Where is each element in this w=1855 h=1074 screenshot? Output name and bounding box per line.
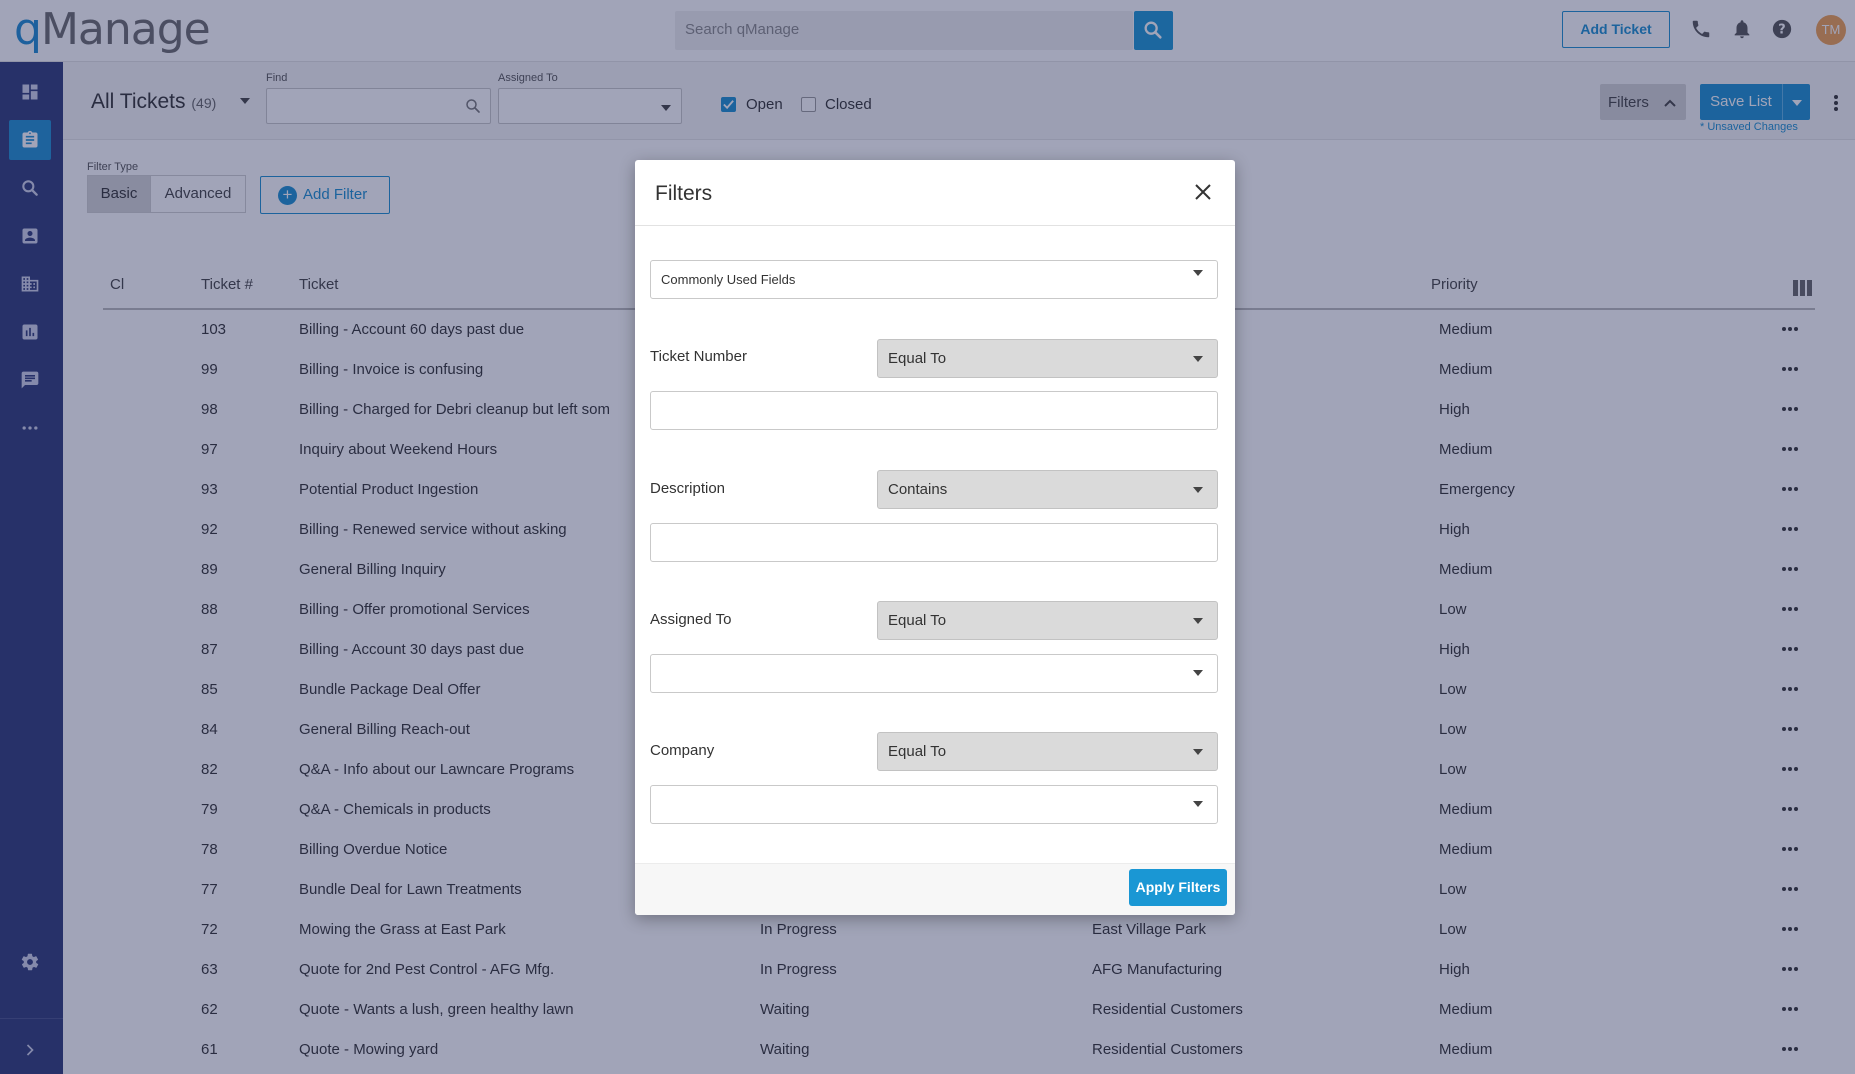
description-label: Description bbox=[650, 480, 726, 497]
description-operator-select[interactable]: Contains bbox=[877, 470, 1218, 509]
chevron-down-icon bbox=[1193, 618, 1203, 624]
ticket-number-label: Ticket Number bbox=[650, 348, 747, 365]
modal-title: Filters bbox=[655, 182, 713, 205]
assigned-to-operator-select[interactable]: Equal To bbox=[877, 601, 1218, 640]
modal-header: Filters bbox=[635, 160, 1235, 226]
chevron-down-icon bbox=[1193, 270, 1203, 276]
company-operator-select[interactable]: Equal To bbox=[877, 732, 1218, 771]
chevron-down-icon bbox=[1193, 670, 1203, 676]
assigned-to-label: Assigned To bbox=[650, 611, 732, 628]
field-group-select[interactable]: Commonly Used Fields bbox=[650, 260, 1218, 299]
company-value-select[interactable] bbox=[650, 785, 1218, 824]
apply-filters-button[interactable]: Apply Filters bbox=[1129, 869, 1227, 906]
company-label: Company bbox=[650, 742, 715, 759]
chevron-down-icon bbox=[1193, 749, 1203, 755]
ticket-number-input[interactable] bbox=[650, 391, 1218, 430]
chevron-down-icon bbox=[1193, 356, 1203, 362]
description-input[interactable] bbox=[650, 523, 1218, 562]
ticket-number-operator-select[interactable]: Equal To bbox=[877, 339, 1218, 378]
chevron-down-icon bbox=[1193, 801, 1203, 807]
filters-modal: Filters Commonly Used Fields Ticket Numb… bbox=[635, 160, 1235, 915]
chevron-down-icon bbox=[1193, 487, 1203, 493]
assigned-to-value-select[interactable] bbox=[650, 654, 1218, 693]
close-icon[interactable] bbox=[1193, 182, 1213, 202]
